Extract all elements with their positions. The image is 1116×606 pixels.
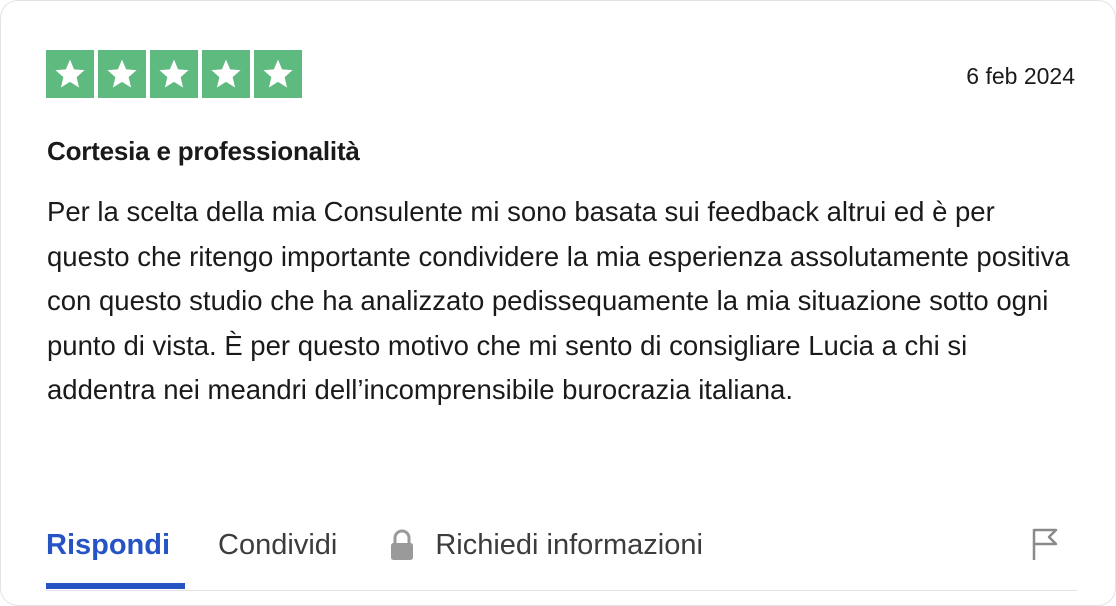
star-rating: [46, 50, 302, 98]
star-icon: [202, 50, 250, 98]
flag-icon[interactable]: [1031, 527, 1059, 566]
review-date: 6 feb 2024: [966, 63, 1075, 89]
review-title: Cortesia e professionalità: [47, 136, 360, 166]
lock-icon: [389, 529, 415, 561]
star-icon: [150, 50, 198, 98]
review-body: Per la scelta della mia Consulente mi so…: [47, 196, 1070, 405]
active-tab-indicator: [46, 583, 185, 589]
actions-divider: [46, 590, 1077, 591]
star-icon: [46, 50, 94, 98]
review-actions: Rispondi Condividi Richiedi informazioni: [46, 523, 703, 567]
request-info-button[interactable]: Richiedi informazioni: [389, 529, 703, 562]
star-icon: [98, 50, 146, 98]
share-button[interactable]: Condividi: [218, 529, 337, 562]
review-card: 6 feb 2024 Cortesia e professionalità Pe…: [0, 0, 1116, 606]
request-info-label: Richiedi informazioni: [435, 528, 703, 561]
reply-button[interactable]: Rispondi: [46, 529, 170, 562]
star-icon: [254, 50, 302, 98]
